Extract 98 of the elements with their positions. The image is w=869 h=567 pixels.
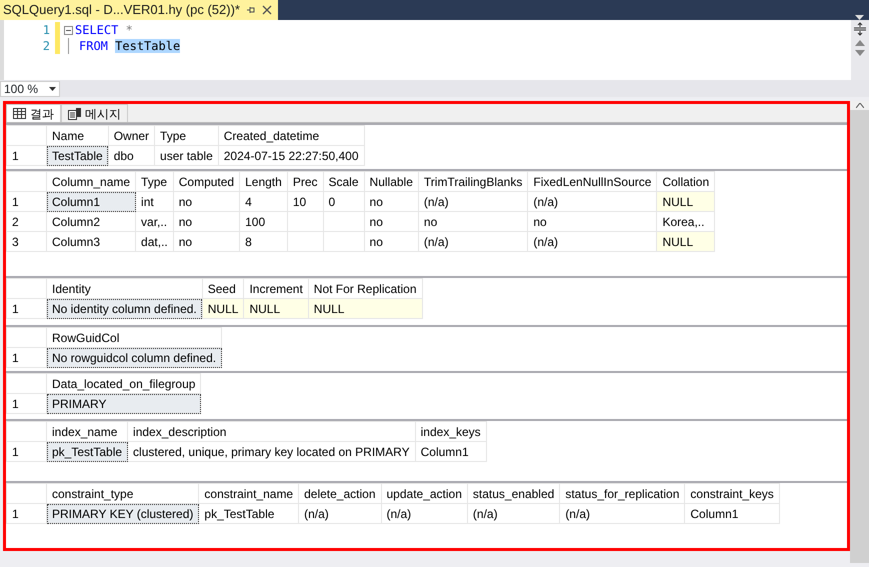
column-header[interactable]: constraint_keys bbox=[684, 484, 780, 504]
table-cell[interactable]: no bbox=[418, 212, 528, 232]
table-cell[interactable]: 10 bbox=[287, 192, 323, 212]
column-header[interactable]: FixedLenNullInSource bbox=[528, 172, 657, 192]
table-cell[interactable]: pk_TestTable bbox=[46, 442, 128, 462]
scroll-down-icon[interactable] bbox=[855, 50, 865, 56]
column-header[interactable]: RowGuidCol bbox=[46, 328, 222, 348]
table-cell[interactable]: dat,.. bbox=[136, 232, 174, 252]
table-cell[interactable]: (n/a) bbox=[528, 192, 657, 212]
column-header[interactable]: index_description bbox=[128, 422, 416, 442]
table-cell[interactable]: Column1 bbox=[46, 192, 136, 212]
empty-cell[interactable] bbox=[323, 212, 364, 232]
table-cell[interactable]: no bbox=[173, 232, 240, 252]
caret-icon bbox=[49, 86, 56, 90]
table-cell[interactable]: (n/a) bbox=[467, 504, 560, 524]
sql-keyword: FROM bbox=[79, 39, 108, 53]
column-header[interactable]: Prec bbox=[287, 172, 323, 192]
column-header[interactable]: Identity bbox=[46, 278, 202, 298]
table-cell[interactable]: Column1 bbox=[684, 504, 780, 524]
result-tab[interactable]: 결과 bbox=[6, 104, 61, 122]
column-header[interactable]: Data_located_on_filegroup bbox=[46, 374, 201, 394]
sql-keyword: SELECT bbox=[75, 23, 118, 37]
table-cell[interactable]: no bbox=[173, 192, 240, 212]
table-cell[interactable]: 2024-07-15 22:27:50,400 bbox=[218, 146, 364, 166]
table-cell[interactable]: No rowguidcol column defined. bbox=[46, 348, 222, 368]
column-header[interactable]: Type bbox=[154, 126, 218, 146]
table-cell[interactable]: clustered, unique, primary key located on PRIMARY bbox=[128, 442, 416, 462]
column-header[interactable]: status_enabled bbox=[467, 484, 560, 504]
table-cell[interactable]: NULL bbox=[244, 298, 308, 318]
table-cell[interactable]: pk_TestTable bbox=[198, 504, 299, 524]
collapse-icon[interactable] bbox=[64, 26, 73, 34]
column-header[interactable]: Scale bbox=[323, 172, 364, 192]
result-tab[interactable]: 메시지 bbox=[61, 104, 128, 122]
table-cell[interactable]: no bbox=[528, 212, 657, 232]
column-header[interactable]: Nullable bbox=[364, 172, 418, 192]
table-cell[interactable]: Column3 bbox=[46, 232, 136, 252]
table-cell[interactable]: int bbox=[136, 192, 174, 212]
table-cell[interactable]: PRIMARY bbox=[46, 394, 201, 414]
table-cell[interactable]: (n/a) bbox=[528, 232, 657, 252]
table-cell[interactable]: (n/a) bbox=[381, 504, 468, 524]
table-cell[interactable]: NULL bbox=[308, 298, 422, 318]
table-cell[interactable]: PRIMARY KEY (clustered) bbox=[46, 504, 199, 524]
column-header[interactable]: Not For Replication bbox=[308, 278, 422, 298]
column-header[interactable]: Type bbox=[136, 172, 174, 192]
close-icon[interactable] bbox=[262, 5, 272, 15]
table-cell[interactable]: (n/a) bbox=[298, 504, 381, 524]
split-icon[interactable] bbox=[853, 22, 867, 36]
table-cell[interactable]: No identity column defined. bbox=[46, 298, 202, 318]
sql-operator: * bbox=[126, 23, 133, 37]
table-cell[interactable]: 0 bbox=[323, 192, 364, 212]
table-cell[interactable]: no bbox=[364, 192, 418, 212]
table-cell[interactable]: NULL bbox=[656, 192, 715, 212]
zoom-dropdown[interactable]: 100 % bbox=[0, 80, 60, 96]
table-cell[interactable]: var,.. bbox=[136, 212, 174, 232]
scroll-up-icon[interactable] bbox=[855, 40, 865, 46]
row-number: 2 bbox=[6, 212, 46, 232]
column-header[interactable]: constraint_type bbox=[46, 484, 199, 504]
column-header[interactable]: delete_action bbox=[298, 484, 381, 504]
column-header[interactable]: index_name bbox=[46, 422, 128, 442]
selected-text: TestTable bbox=[115, 39, 180, 53]
scroll-up-icon[interactable] bbox=[856, 103, 864, 108]
change-marker bbox=[55, 22, 60, 54]
pin-icon[interactable] bbox=[246, 5, 256, 15]
document-icon bbox=[68, 108, 81, 120]
table-cell[interactable]: (n/a) bbox=[560, 504, 685, 524]
document-tab[interactable]: SQLQuery1.sql - D...VER01.hy (pc (52))* bbox=[0, 0, 278, 20]
grid-icon bbox=[13, 108, 26, 119]
column-header[interactable]: Created_datetime bbox=[218, 126, 364, 146]
table-cell[interactable]: TestTable bbox=[46, 146, 108, 166]
column-header[interactable]: Length bbox=[240, 172, 288, 192]
line-number: 1 bbox=[42, 22, 50, 38]
table-cell[interactable]: no bbox=[364, 232, 418, 252]
table-cell[interactable]: Column2 bbox=[46, 212, 136, 232]
empty-cell[interactable] bbox=[323, 232, 364, 252]
table-cell[interactable]: no bbox=[364, 212, 418, 232]
table-cell[interactable]: dbo bbox=[108, 146, 155, 166]
row-number: 3 bbox=[6, 232, 46, 252]
table-cell[interactable]: no bbox=[173, 212, 240, 232]
table-cell[interactable]: NULL bbox=[656, 232, 715, 252]
empty-cell[interactable] bbox=[287, 232, 323, 252]
empty-cell[interactable] bbox=[287, 212, 323, 232]
column-header[interactable]: index_keys bbox=[415, 422, 486, 442]
table-cell[interactable]: 4 bbox=[240, 192, 288, 212]
column-header[interactable]: update_action bbox=[381, 484, 468, 504]
table-cell[interactable]: Column1 bbox=[415, 442, 486, 462]
column-header[interactable]: Computed bbox=[173, 172, 240, 192]
column-header[interactable]: status_for_replication bbox=[560, 484, 685, 504]
table-cell[interactable]: 8 bbox=[240, 232, 288, 252]
table-cell[interactable]: NULL bbox=[202, 298, 244, 318]
table-cell[interactable]: (n/a) bbox=[418, 232, 528, 252]
line-number: 2 bbox=[42, 38, 50, 54]
table-cell[interactable]: 100 bbox=[240, 212, 288, 232]
column-header[interactable]: Owner bbox=[108, 126, 155, 146]
column-header[interactable]: TrimTrailingBlanks bbox=[418, 172, 528, 192]
column-header[interactable]: constraint_name bbox=[198, 484, 299, 504]
table-cell[interactable]: (n/a) bbox=[418, 192, 528, 212]
column-header[interactable]: Column_name bbox=[46, 172, 136, 192]
table-cell[interactable]: user table bbox=[154, 146, 218, 166]
